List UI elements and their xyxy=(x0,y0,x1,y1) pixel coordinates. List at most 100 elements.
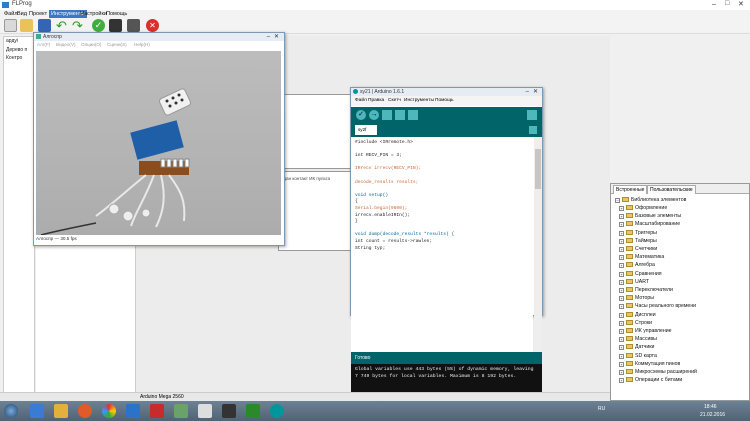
app-window-icon[interactable] xyxy=(126,404,140,418)
expand-icon[interactable]: + xyxy=(619,304,624,310)
new-sketch-icon[interactable] xyxy=(382,110,392,120)
camera-menu-alg[interactable]: Алг(F) xyxy=(37,41,50,49)
camera-menu-video[interactable]: Видео(V) xyxy=(56,41,76,49)
tree-item-controller[interactable]: Контро xyxy=(6,55,22,61)
undo-icon[interactable]: ↶ xyxy=(56,19,69,32)
expand-icon[interactable]: + xyxy=(619,312,624,318)
connect-board-icon[interactable] xyxy=(127,19,140,32)
expand-icon[interactable]: + xyxy=(619,214,624,220)
arduino-minimize-icon[interactable]: – xyxy=(526,88,529,96)
expand-icon[interactable]: + xyxy=(619,345,624,351)
arduino-close-icon[interactable]: ✕ xyxy=(533,88,538,96)
library-item[interactable]: + SD карта xyxy=(619,352,657,360)
expand-icon[interactable]: + xyxy=(619,247,624,252)
camera-menu-options[interactable]: Опции(O) xyxy=(81,41,101,49)
arduino-menu-tools[interactable]: Инструменты xyxy=(404,96,434,106)
fl-icon[interactable] xyxy=(150,404,164,418)
code-scroll-thumb[interactable] xyxy=(535,149,541,189)
library-item[interactable]: + Триггеры xyxy=(619,229,657,237)
tab-builtin[interactable]: Встроенные xyxy=(613,185,648,194)
library-item[interactable]: + Дисплеи xyxy=(619,311,656,319)
expand-icon[interactable]: + xyxy=(619,222,624,228)
project-tab[interactable]: ардуі xyxy=(6,38,18,44)
explorer-icon[interactable] xyxy=(54,404,68,418)
save-icon[interactable] xyxy=(38,19,51,32)
code-scrollbar[interactable] xyxy=(534,137,542,352)
tree-item-root[interactable]: Дерево п xyxy=(6,47,27,53)
expand-icon[interactable]: + xyxy=(619,378,624,384)
library-item[interactable]: + Таймеры xyxy=(619,237,657,245)
library-item[interactable]: + Счетчики xyxy=(619,245,657,253)
library-item[interactable]: + Датчики xyxy=(619,343,654,351)
library-item[interactable]: + Операции с битами xyxy=(619,376,682,384)
menu-settings[interactable]: Настройки xyxy=(80,10,107,18)
expand-icon[interactable]: + xyxy=(619,361,624,367)
camera-menu-scenes[interactable]: Сцени(S) xyxy=(107,41,127,49)
library-root[interactable]: − Библиотека элементов xyxy=(615,196,686,204)
library-item[interactable]: + Оформление xyxy=(619,204,667,212)
camera-app-icon[interactable] xyxy=(198,404,212,418)
library-item[interactable]: + Базовые элементы xyxy=(619,212,681,220)
camera-close-icon[interactable]: ✕ xyxy=(274,33,279,41)
close-icon[interactable]: ✕ xyxy=(738,0,744,8)
expand-icon[interactable]: + xyxy=(619,279,624,285)
sketch-tab[interactable]: sy2f xyxy=(355,125,377,135)
expand-icon[interactable]: + xyxy=(619,337,624,343)
camera-menu-help[interactable]: Help(H) xyxy=(134,41,150,49)
library-item[interactable]: + Строки xyxy=(619,319,652,327)
expand-icon[interactable]: + xyxy=(619,288,624,293)
minimize-icon[interactable]: – xyxy=(712,1,716,8)
library-item[interactable]: + Микросхемы расширений xyxy=(619,368,697,376)
library-item[interactable]: + Часы реального времени xyxy=(619,302,696,310)
expand-icon[interactable]: + xyxy=(619,320,624,326)
menu-project[interactable]: Проект xyxy=(29,10,47,18)
library-item[interactable]: + UART xyxy=(619,278,649,286)
chrome-icon[interactable] xyxy=(102,404,116,418)
menu-help[interactable]: Помощь xyxy=(106,10,127,18)
upload-icon[interactable]: → xyxy=(369,110,379,120)
open-sketch-icon[interactable] xyxy=(395,110,405,120)
expand-icon[interactable]: + xyxy=(619,353,624,359)
chip-icon[interactable] xyxy=(246,404,260,418)
tab-user[interactable]: Пользовательские xyxy=(647,185,696,194)
expand-icon[interactable]: + xyxy=(619,329,624,334)
verify-icon[interactable]: ✓ xyxy=(356,110,366,120)
menu-view[interactable]: Вид xyxy=(17,10,27,18)
library-item[interactable]: + Алгебра xyxy=(619,261,655,269)
new-file-icon[interactable] xyxy=(4,19,17,32)
library-item[interactable]: + ИК управление xyxy=(619,327,672,335)
arduino-menu-help[interactable]: Помощь xyxy=(435,96,454,106)
library-item[interactable]: + Коммутация пинов xyxy=(619,360,680,368)
code-editor[interactable]: #include <IRremote.h> int RECV_PIN = 3; … xyxy=(351,137,533,352)
library-item[interactable]: + Масштабирование xyxy=(619,220,680,228)
library-item[interactable]: + Математика xyxy=(619,253,664,261)
ie-icon[interactable] xyxy=(30,404,44,418)
menu-file[interactable]: Файл xyxy=(4,10,18,18)
open-folder-icon[interactable] xyxy=(20,19,33,32)
arduino-menu-file[interactable]: Файл xyxy=(355,96,367,106)
language-indicator[interactable]: RU xyxy=(598,406,605,412)
expand-icon[interactable]: + xyxy=(619,263,624,269)
stop-icon[interactable]: ✕ xyxy=(146,19,159,32)
library-item[interactable]: + Переключатели xyxy=(619,286,673,294)
tool-icon[interactable] xyxy=(174,404,188,418)
start-button-icon[interactable] xyxy=(4,404,18,418)
tab-menu-icon[interactable] xyxy=(529,126,537,134)
camera-minimize-icon[interactable]: – xyxy=(267,33,270,41)
expand-icon[interactable]: + xyxy=(619,230,624,236)
maximize-icon[interactable]: □ xyxy=(725,0,729,7)
serial-monitor-icon[interactable] xyxy=(527,110,537,120)
redo-icon[interactable]: ↷ xyxy=(72,19,85,32)
arduino-taskbar-icon[interactable] xyxy=(270,404,284,418)
expand-icon[interactable]: + xyxy=(619,271,624,277)
board-app-icon[interactable] xyxy=(222,404,236,418)
arduino-menu-edit[interactable]: Правка xyxy=(368,96,384,106)
library-item[interactable]: + Массивы xyxy=(619,335,657,343)
arduino-menu-sketch[interactable]: Скетч xyxy=(388,96,401,106)
expand-icon[interactable]: + xyxy=(619,370,624,375)
save-sketch-icon[interactable] xyxy=(408,110,418,120)
expand-icon[interactable]: + xyxy=(619,206,624,211)
library-item[interactable]: + Сравнения xyxy=(619,270,662,278)
expand-icon[interactable]: + xyxy=(619,238,624,244)
upload-board-icon[interactable] xyxy=(109,19,122,32)
